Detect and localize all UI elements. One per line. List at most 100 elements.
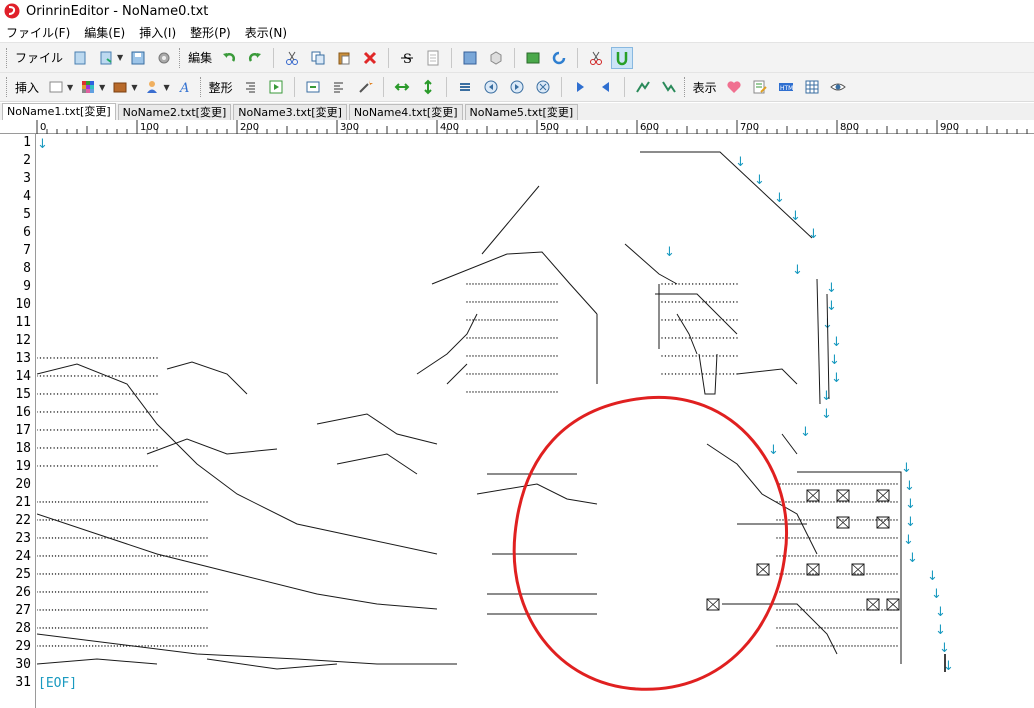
- eye-icon[interactable]: [827, 76, 849, 98]
- chevron-down-icon[interactable]: ▼: [67, 83, 73, 92]
- copy-icon[interactable]: [307, 47, 329, 69]
- shade-dot: [45, 555, 47, 557]
- hill-contour: [37, 363, 438, 555]
- align-right-icon[interactable]: [239, 76, 261, 98]
- shade-dot: [836, 591, 838, 593]
- cut-icon[interactable]: [281, 47, 303, 69]
- shade-dot: [815, 627, 817, 629]
- shade-dot: [101, 375, 103, 377]
- play-left-icon[interactable]: [595, 76, 617, 98]
- menu-insert[interactable]: 挿入(I): [139, 24, 176, 41]
- menu-format[interactable]: 整形(P): [190, 24, 231, 41]
- menu-edit[interactable]: 編集(E): [84, 24, 125, 41]
- toolbar-grip[interactable]: [199, 77, 203, 97]
- close-circle-icon[interactable]: [532, 76, 554, 98]
- shade-dot: [505, 391, 507, 393]
- toolbar-grip[interactable]: [6, 47, 9, 68]
- shade-dot: [82, 573, 85, 575]
- shade-dot: [54, 627, 57, 629]
- shade-dot: [688, 337, 690, 339]
- magic-wand-icon[interactable]: [354, 76, 376, 98]
- skip-back-icon[interactable]: [480, 76, 502, 98]
- heart-icon[interactable]: [723, 76, 745, 98]
- open-file-icon[interactable]: [95, 47, 117, 69]
- toolbar-grip[interactable]: [6, 77, 9, 97]
- text-editor[interactable]: ↓ ↓ ↓ ↓ ↓ ↓ ↓ ↓ ↓ ↓ ↓ ↓ ↓ ↓ ↓ ↓ ↓ ↓ ↓ ↓ ↓ ↓ ↓ ↓ ↓ ↓ ↓ ↓ ↓ ↓ [EOF]: [37, 134, 1034, 708]
- indent-icon[interactable]: [302, 76, 324, 98]
- undo-icon[interactable]: [218, 47, 240, 69]
- shade-dot: [496, 355, 498, 357]
- box-icon[interactable]: [485, 47, 507, 69]
- scissors-red-icon[interactable]: [585, 47, 607, 69]
- menu-file[interactable]: ファイル(F): [6, 24, 70, 41]
- shade-dot: [63, 393, 66, 395]
- shade-dot: [538, 355, 540, 357]
- shade-dot: [152, 393, 155, 395]
- brick-icon[interactable]: [109, 76, 131, 98]
- shade-dot: [695, 319, 697, 321]
- shade-dot: [122, 609, 125, 611]
- list-icon[interactable]: [454, 76, 476, 98]
- menu-view[interactable]: 表示(N): [245, 24, 287, 41]
- user-icon[interactable]: [141, 76, 163, 98]
- chevron-down-icon[interactable]: ▼: [163, 83, 169, 92]
- tab-noname2[interactable]: NoName2.txt[変更]: [117, 104, 232, 120]
- horizontal-arrows-icon[interactable]: [391, 76, 413, 98]
- tab-noname4[interactable]: NoName4.txt[変更]: [348, 104, 463, 120]
- strikethrough-icon[interactable]: S: [396, 47, 418, 69]
- shade-dot: [125, 411, 127, 413]
- shade-dot: [499, 301, 501, 303]
- shade-dot: [782, 519, 784, 521]
- chevron-down-icon[interactable]: ▼: [117, 53, 123, 62]
- new-file-icon[interactable]: [69, 47, 91, 69]
- shade-dot: [502, 337, 504, 339]
- shade-dot: [122, 375, 124, 377]
- mountain-up-icon[interactable]: [632, 76, 654, 98]
- shade-dot: [863, 645, 865, 647]
- skip-forward-icon[interactable]: [506, 76, 528, 98]
- select-all-icon[interactable]: [459, 47, 481, 69]
- shade-dot: [809, 591, 811, 593]
- toolbar-grip[interactable]: [179, 47, 182, 68]
- shade-dot: [668, 337, 670, 339]
- paste-icon[interactable]: [333, 47, 355, 69]
- highlight-toggle-icon[interactable]: [611, 46, 634, 69]
- delete-icon[interactable]: [359, 47, 381, 69]
- mountain-down-icon[interactable]: [658, 76, 680, 98]
- document-icon[interactable]: [422, 47, 444, 69]
- save-file-icon[interactable]: [127, 47, 149, 69]
- shade-dot: [842, 573, 844, 575]
- shade-dot: [104, 501, 106, 503]
- shade-dot: [517, 319, 519, 321]
- line-number: 29: [15, 639, 31, 654]
- settings-gear-icon[interactable]: [153, 47, 175, 69]
- toolbar-grip[interactable]: [683, 77, 687, 97]
- layer-icon[interactable]: [522, 47, 544, 69]
- tab-noname5[interactable]: NoName5.txt[変更]: [464, 104, 579, 120]
- shade-dot: [791, 501, 793, 503]
- refresh-icon[interactable]: [548, 47, 570, 69]
- tab-noname3[interactable]: NoName3.txt[変更]: [233, 104, 347, 120]
- shade-dot: [153, 609, 156, 611]
- shade-dot: [884, 645, 886, 647]
- insert-frame-icon[interactable]: [45, 76, 67, 98]
- shade-dot: [860, 573, 862, 575]
- vertical-arrows-icon[interactable]: [417, 76, 439, 98]
- shade-dot: [794, 519, 796, 521]
- color-grid-icon[interactable]: [77, 76, 99, 98]
- grid-view-icon[interactable]: [801, 76, 823, 98]
- play-box-icon[interactable]: [265, 76, 287, 98]
- align-left-icon[interactable]: [328, 76, 350, 98]
- tab-noname1[interactable]: NoName1.txt[変更]: [2, 103, 116, 120]
- html-icon[interactable]: HTML: [775, 76, 797, 98]
- shade-dot: [85, 591, 88, 593]
- shade-dot: [671, 337, 673, 339]
- building-edge: [431, 185, 678, 315]
- play-right-icon[interactable]: [569, 76, 591, 98]
- font-style-icon[interactable]: A: [174, 76, 196, 98]
- shade-dot: [664, 319, 667, 321]
- redo-icon[interactable]: [244, 47, 266, 69]
- chevron-down-icon[interactable]: ▼: [131, 83, 137, 92]
- chevron-down-icon[interactable]: ▼: [99, 83, 105, 92]
- edit-list-icon[interactable]: [749, 76, 771, 98]
